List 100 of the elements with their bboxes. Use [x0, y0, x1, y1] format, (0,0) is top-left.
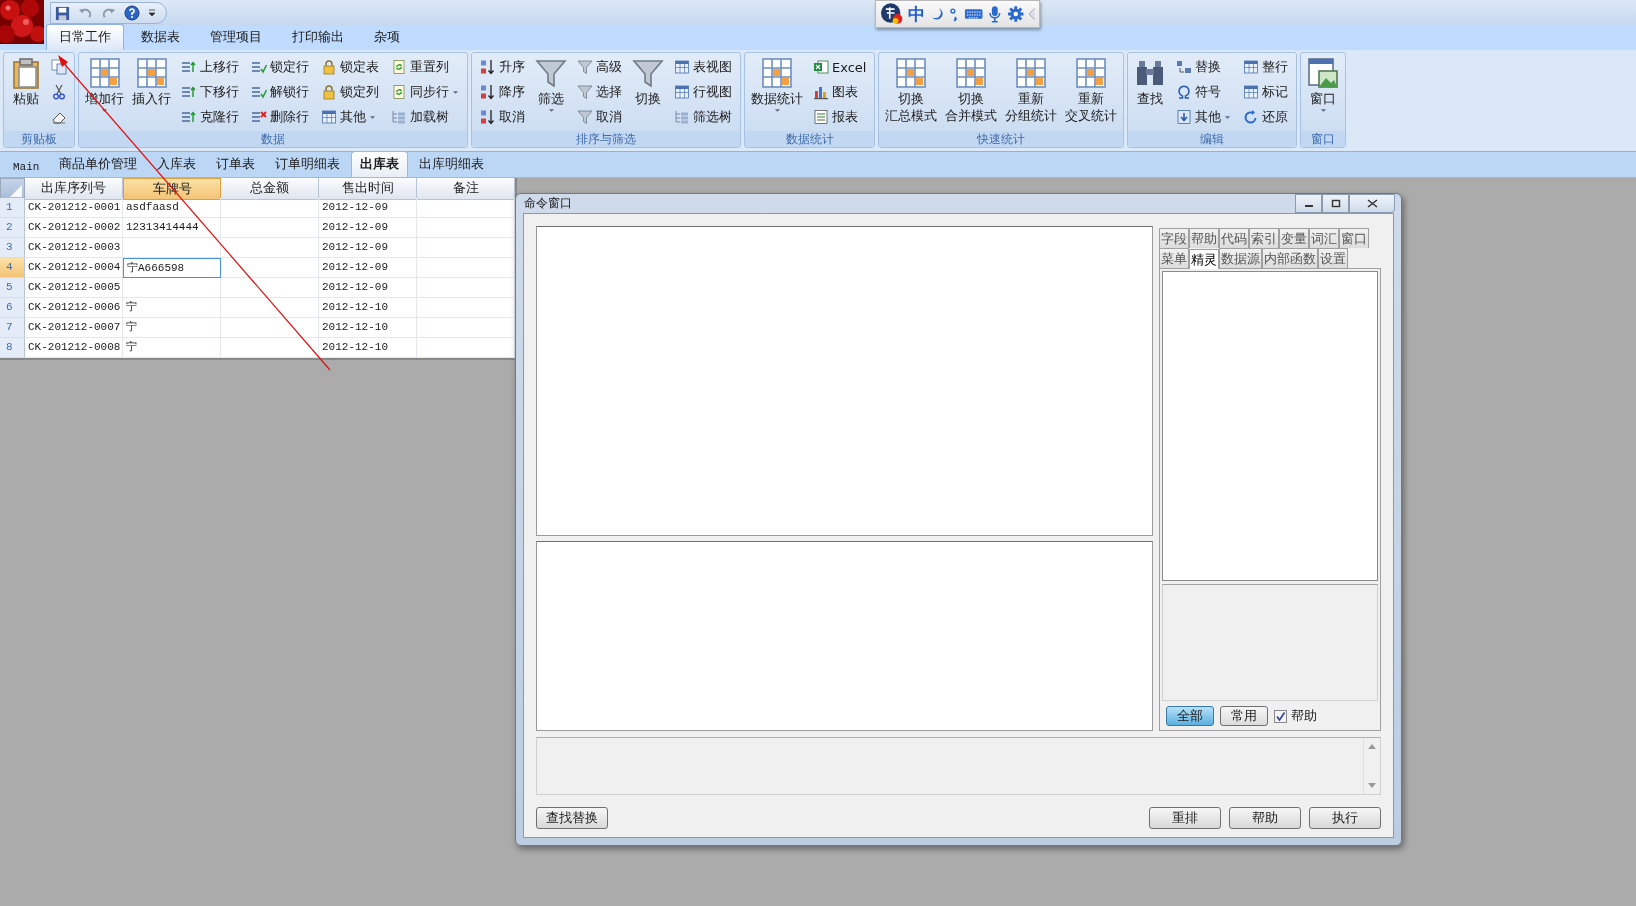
table-cell[interactable]: 宁A666598 [123, 258, 221, 278]
table-cell[interactable] [221, 318, 319, 338]
table-cell[interactable]: CK-201212-0006 [25, 298, 123, 318]
copy-button[interactable] [49, 57, 69, 78]
table-cell[interactable] [123, 278, 221, 298]
panel-tab[interactable]: 内部函数 [1262, 248, 1318, 268]
table-cell[interactable]: 2012-12-09 [319, 198, 417, 218]
close-button[interactable] [1349, 194, 1395, 213]
table-cell[interactable]: 2012-12-10 [319, 298, 417, 318]
row-number[interactable]: 2 [0, 218, 25, 238]
ribbon-button[interactable]: 选择 [574, 80, 625, 104]
ribbon-button[interactable]: 切换 汇总模式 [882, 55, 941, 129]
row-number[interactable]: 6 [0, 298, 25, 318]
filter-button[interactable]: 全部 [1166, 706, 1214, 726]
table-cell[interactable] [221, 298, 319, 318]
ribbon-button[interactable]: 其他 [1173, 105, 1235, 129]
ribbon-tab[interactable]: 日常工作 [46, 24, 124, 50]
document-tab[interactable]: 出库明细表 [410, 151, 494, 177]
dialog-button[interactable]: 执行 [1309, 807, 1381, 829]
table-cell[interactable]: 2012-12-09 [319, 258, 417, 278]
customize-icon[interactable] [148, 9, 156, 17]
ribbon-button[interactable]: 删除行 [248, 105, 312, 129]
column-header[interactable]: 出库序列号 [25, 178, 123, 200]
table-cell[interactable]: 宁 [123, 338, 221, 358]
row-number[interactable]: 3 [0, 238, 25, 258]
table-cell[interactable]: CK-201212-0004 [25, 258, 123, 278]
help-icon[interactable] [124, 5, 140, 21]
ribbon-button[interactable]: 降序 [477, 80, 528, 104]
dialog-button[interactable]: 帮助 [1229, 807, 1301, 829]
scroll-down-icon[interactable] [1368, 783, 1376, 788]
ribbon-button[interactable]: 插入行 [129, 55, 174, 129]
ribbon-button[interactable]: 报表 [810, 105, 870, 129]
ribbon-button[interactable]: 数据统计 [748, 55, 806, 129]
code-editor[interactable] [536, 541, 1153, 731]
panel-tab[interactable]: 帮助 [1189, 228, 1219, 248]
table-cell[interactable]: 宁 [123, 298, 221, 318]
table-cell[interactable] [221, 198, 319, 218]
panel-tab[interactable]: 精灵 [1189, 249, 1219, 269]
row-number[interactable]: 5 [0, 278, 25, 298]
row-number[interactable]: 7 [0, 318, 25, 338]
panel-tab[interactable]: 索引 [1249, 228, 1279, 248]
table-cell[interactable]: CK-201212-0008 [25, 338, 123, 358]
ribbon-button[interactable]: 表视图 [671, 55, 735, 79]
table-cell[interactable] [221, 238, 319, 258]
document-tab[interactable]: 订单表 [207, 151, 265, 177]
dialog-button[interactable]: 重排 [1149, 807, 1221, 829]
ribbon-tab[interactable]: 数据表 [128, 24, 193, 50]
document-tab[interactable]: 出库表 [351, 151, 409, 177]
panel-tab[interactable]: 字段 [1159, 228, 1189, 248]
output-area[interactable] [536, 737, 1381, 795]
document-tab[interactable]: 订单明细表 [266, 151, 350, 177]
ribbon-button[interactable]: 重新 交叉统计 [1062, 55, 1121, 129]
input-mode[interactable]: 中 [908, 5, 926, 23]
table-cell[interactable] [221, 218, 319, 238]
ribbon-button[interactable]: 锁定行 [248, 55, 312, 79]
ribbon-tab[interactable]: 打印输出 [279, 24, 357, 50]
table-cell[interactable] [221, 258, 319, 278]
table-cell[interactable]: asdfaasd [123, 198, 221, 218]
table-cell[interactable]: 2012-12-10 [319, 318, 417, 338]
ribbon-button[interactable]: 筛选树 [671, 105, 735, 129]
filter-button[interactable]: 常用 [1220, 706, 1268, 726]
table-cell[interactable]: 2012-12-09 [319, 238, 417, 258]
ribbon-tab[interactable]: 杂项 [361, 24, 413, 50]
table-cell[interactable] [221, 278, 319, 298]
column-header[interactable]: 备注 [417, 178, 515, 200]
save-icon[interactable] [55, 5, 70, 21]
ribbon-button[interactable]: 克隆行 [178, 105, 242, 129]
checkbox[interactable] [1274, 709, 1287, 723]
column-header[interactable]: 售出时间 [319, 178, 417, 200]
table-cell[interactable]: 2012-12-09 [319, 278, 417, 298]
settings-icon[interactable] [1006, 5, 1025, 23]
row-number[interactable]: 8 [0, 338, 25, 358]
table-cell[interactable] [123, 238, 221, 258]
panel-tab[interactable]: 代码 [1219, 228, 1249, 248]
ribbon-button[interactable]: 图表 [810, 80, 870, 104]
ribbon-button[interactable]: 其他 [318, 105, 382, 129]
ribbon-button[interactable]: 行视图 [671, 80, 735, 104]
table-cell[interactable] [221, 338, 319, 358]
find-replace-button[interactable]: 查找替换 [536, 807, 608, 829]
ribbon-button[interactable]: 窗口 [1304, 55, 1343, 129]
keyboard-icon[interactable] [963, 7, 984, 21]
panel-tab[interactable]: 设置 [1318, 248, 1348, 268]
ribbon-tab[interactable]: 管理项目 [197, 24, 275, 50]
ribbon-button[interactable]: 筛选 [532, 55, 570, 129]
ribbon-button[interactable]: 加载树 [388, 105, 462, 129]
table-cell[interactable]: 2012-12-09 [319, 218, 417, 238]
ribbon-button[interactable]: 下移行 [178, 80, 242, 104]
ribbon-button[interactable]: 取消 [574, 105, 625, 129]
ribbon-button[interactable]: 整行 [1240, 55, 1292, 79]
scroll-up-icon[interactable] [1368, 744, 1376, 749]
row-number[interactable]: 4 [0, 258, 25, 278]
collapse-icon[interactable] [1029, 7, 1035, 21]
document-tab[interactable]: 商品单价管理 [50, 151, 147, 177]
ribbon-button[interactable]: 上移行 [178, 55, 242, 79]
table-cell[interactable]: 2012-12-10 [319, 338, 417, 358]
table-cell[interactable]: CK-201212-0001 [25, 198, 123, 218]
ribbon-button[interactable]: Excel [810, 55, 870, 79]
ribbon-button[interactable]: 锁定列 [318, 80, 382, 104]
ribbon-button[interactable]: 切换 [629, 55, 667, 129]
column-header[interactable]: 总金额 [221, 178, 319, 200]
